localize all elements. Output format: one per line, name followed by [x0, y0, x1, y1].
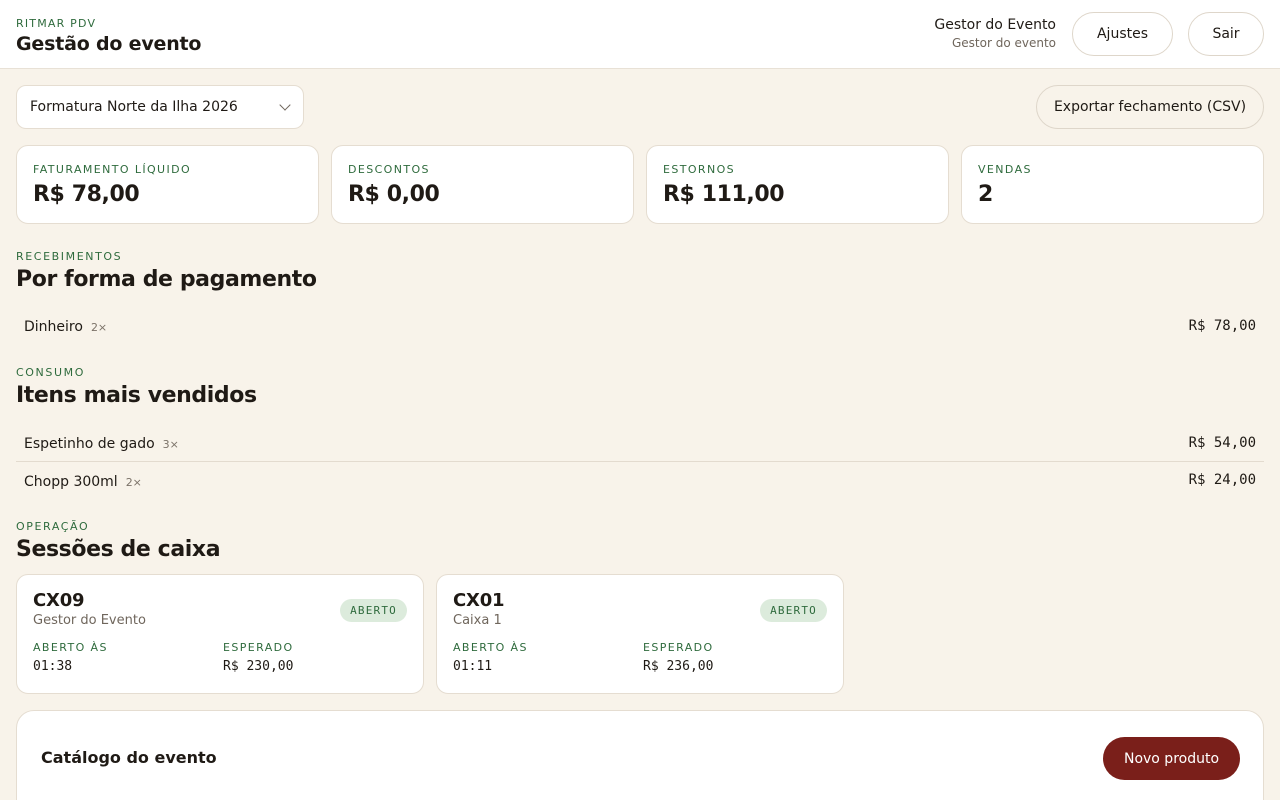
page-title: Gestão do evento [16, 33, 202, 55]
kpi-card-net-revenue: FATURAMENTO LÍQUIDO R$ 78,00 [16, 145, 319, 224]
cash-session-card[interactable]: CX01 Caixa 1 ABERTO ABERTO ÀS 01:11 ESPE… [436, 574, 844, 694]
stat-label: ABERTO ÀS [453, 641, 528, 654]
stat-value: R$ 236,00 [643, 659, 714, 674]
kpi-card-discounts: DESCONTOS R$ 0,00 [331, 145, 634, 224]
item-label: Dinheiro 2× [24, 316, 107, 335]
top-items-list: Espetinho de gado 3× R$ 54,00 Chopp 300ml… [16, 424, 1264, 498]
brand-name: RITMAR PDV [16, 17, 97, 30]
section-title: Itens mais vendidos [16, 383, 257, 408]
top-items-section: CONSUMO Itens mais vendidos Espetinho de… [16, 366, 1264, 498]
event-select-value: Formatura Norte da Ilha 2026 [30, 99, 238, 115]
list-item: Espetinho de gado 3× R$ 54,00 [16, 424, 1264, 461]
item-label: Espetinho de gado 3× [24, 433, 179, 452]
section-eyebrow: RECEBIMENTOS [16, 250, 123, 263]
kpi-label: DESCONTOS [348, 163, 430, 176]
kpi-label: VENDAS [978, 163, 1032, 176]
item-amount: R$ 24,00 [1188, 472, 1256, 488]
session-expected: ESPERADO R$ 230,00 [223, 641, 413, 674]
section-eyebrow: OPERAÇÃO [16, 520, 90, 533]
section-title: Sessões de caixa [16, 537, 221, 562]
item-name: Chopp 300ml [24, 473, 118, 490]
kpi-value: R$ 78,00 [33, 182, 140, 207]
stat-label: ESPERADO [643, 641, 714, 654]
kpi-value: R$ 0,00 [348, 182, 440, 207]
user-info: Gestor do Evento Gestor do evento [934, 17, 1056, 50]
cash-sessions: CX09 Gestor do Evento ABERTO ABERTO ÀS 0… [16, 574, 846, 694]
stat-label: ESPERADO [223, 641, 294, 654]
item-label: Chopp 300ml 2× [24, 471, 142, 490]
stat-label: ABERTO ÀS [33, 641, 108, 654]
user-name: Gestor do Evento [934, 17, 1056, 33]
kpi-value: R$ 111,00 [663, 182, 785, 207]
brand-block: RITMAR PDV Gestão do evento [16, 17, 201, 55]
session-opened: ABERTO ÀS 01:11 [453, 641, 643, 674]
event-select[interactable]: Formatura Norte da Ilha 2026 [16, 85, 304, 129]
stat-value: R$ 230,00 [223, 659, 294, 674]
session-opened: ABERTO ÀS 01:38 [33, 641, 223, 674]
kpi-value: 2 [978, 182, 993, 207]
kpi-card-refunds: ESTORNOS R$ 111,00 [646, 145, 949, 224]
item-name: Dinheiro [24, 319, 83, 335]
app-header: RITMAR PDV Gestão do evento Gestor do Ev… [0, 0, 1280, 69]
item-qty: 2× [125, 475, 142, 489]
section-eyebrow: CONSUMO [16, 366, 85, 379]
status-badge: ABERTO [760, 599, 827, 622]
kpi-label: ESTORNOS [663, 163, 736, 176]
item-qty: 3× [162, 438, 179, 451]
export-csv-button[interactable]: Exportar fechamento (CSV) [1036, 85, 1264, 129]
item-amount: R$ 54,00 [1188, 434, 1256, 451]
status-badge: ABERTO [340, 599, 407, 622]
catalog-panel: Catálogo do evento Novo produto [16, 710, 1264, 800]
settings-button[interactable]: Ajustes [1072, 12, 1173, 56]
item-amount: R$ 78,00 [1188, 317, 1256, 334]
kpi-cards: FATURAMENTO LÍQUIDO R$ 78,00 DESCONTOS R… [16, 145, 1264, 224]
section-title: Por forma de pagamento [16, 267, 317, 292]
session-expected: ESPERADO R$ 236,00 [643, 641, 833, 674]
user-role: Gestor do evento [951, 36, 1056, 50]
sessions-section: OPERAÇÃO Sessões de caixa [16, 520, 1264, 562]
new-product-button[interactable]: Novo produto [1103, 737, 1240, 780]
session-stats: ABERTO ÀS 01:38 ESPERADO R$ 230,00 [33, 641, 413, 674]
stat-value: 01:11 [453, 659, 493, 674]
logout-button[interactable]: Sair [1188, 12, 1264, 56]
item-name: Espetinho de gado [24, 436, 155, 452]
chevron-down-icon [279, 99, 291, 111]
session-stats: ABERTO ÀS 01:11 ESPERADO R$ 236,00 [453, 641, 833, 674]
payments-list: Dinheiro 2× R$ 78,00 [16, 307, 1264, 344]
kpi-label: FATURAMENTO LÍQUIDO [33, 163, 192, 176]
item-qty: 2× [90, 321, 108, 334]
list-item: Dinheiro 2× R$ 78,00 [16, 307, 1264, 344]
payments-section: RECEBIMENTOS Por forma de pagamento Dinh… [16, 250, 1264, 344]
cash-session-card[interactable]: CX09 Gestor do Evento ABERTO ABERTO ÀS 0… [16, 574, 424, 694]
kpi-card-sales: VENDAS 2 [961, 145, 1264, 224]
stat-value: 01:38 [33, 659, 73, 674]
list-item: Chopp 300ml 2× R$ 24,00 [16, 461, 1264, 498]
catalog-title: Catálogo do evento [41, 748, 217, 767]
